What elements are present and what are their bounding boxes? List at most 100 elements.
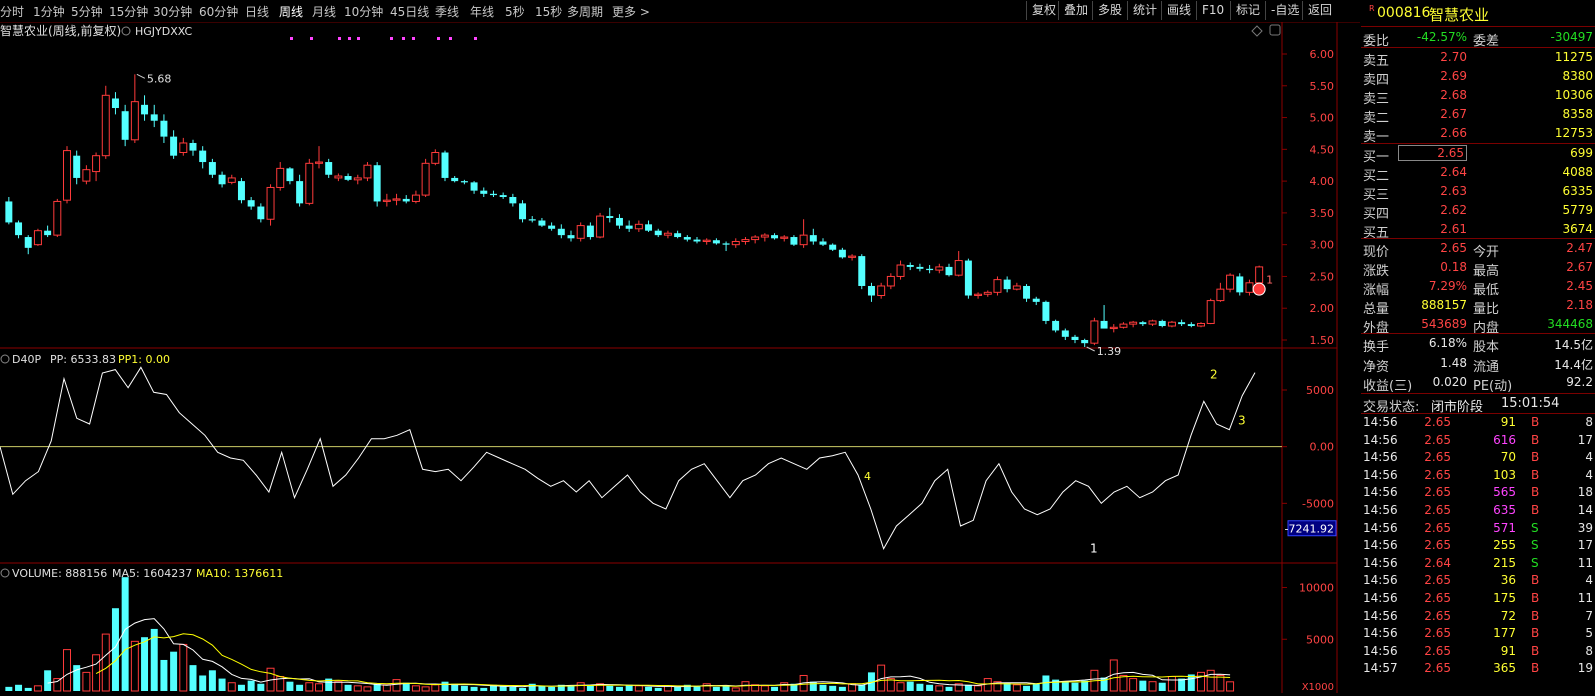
- volume-bar[interactable]: [82, 671, 91, 692]
- volume-bar[interactable]: [1148, 681, 1157, 692]
- timeframe-tab[interactable]: 日线: [245, 3, 269, 20]
- tick-row[interactable]: 14:56 2.65 571 S 39: [1361, 520, 1595, 538]
- candle-body[interactable]: [1100, 320, 1108, 329]
- candle-body[interactable]: [771, 235, 779, 239]
- timeframe-tab[interactable]: 周线: [279, 3, 303, 20]
- volume-bar[interactable]: [926, 684, 934, 691]
- candle-body[interactable]: [1071, 336, 1079, 340]
- volume-bar[interactable]: [208, 670, 216, 691]
- candle-body[interactable]: [790, 237, 798, 245]
- candle-body[interactable]: [1245, 282, 1254, 293]
- volume-bar[interactable]: [645, 686, 653, 691]
- toolbar-tool[interactable]: 标记: [1230, 1, 1265, 20]
- volume-bar[interactable]: [460, 685, 468, 691]
- stock-name[interactable]: 智慧农业: [1429, 4, 1489, 25]
- candle-body[interactable]: [334, 175, 343, 179]
- volume-bar[interactable]: [829, 685, 837, 691]
- candle-body[interactable]: [392, 198, 401, 201]
- candle-body[interactable]: [528, 219, 536, 221]
- candle-body[interactable]: [634, 223, 643, 230]
- volume-bar[interactable]: [315, 683, 323, 692]
- candle-body[interactable]: [663, 232, 672, 236]
- candle-body[interactable]: [760, 234, 769, 238]
- volume-bar[interactable]: [382, 684, 391, 692]
- volume-bar[interactable]: [227, 682, 236, 692]
- volume-bar[interactable]: [548, 686, 556, 691]
- candle-body[interactable]: [63, 150, 71, 201]
- volume-bar[interactable]: [741, 681, 750, 692]
- candle-body[interactable]: [993, 279, 1002, 293]
- toolbar-tool[interactable]: -自选: [1265, 1, 1304, 20]
- candle-body[interactable]: [1012, 285, 1021, 290]
- volume-bar[interactable]: [528, 683, 536, 691]
- candle-body[interactable]: [906, 265, 914, 267]
- volume-bar[interactable]: [441, 681, 449, 691]
- volume-bar[interactable]: [974, 685, 983, 692]
- volume-bar[interactable]: [247, 680, 255, 691]
- candle-body[interactable]: [325, 162, 333, 175]
- candle-body[interactable]: [286, 168, 294, 182]
- volume-bar[interactable]: [809, 681, 817, 691]
- volume-bar[interactable]: [838, 686, 846, 691]
- timeframe-tab[interactable]: 5分钟: [71, 3, 103, 20]
- candle-body[interactable]: [683, 237, 691, 240]
- chart-area[interactable]: 智慧农业(周线,前复权) HGJYDXXC 6.00 5.50 5.00 4.50 4.00…: [0, 22, 1360, 693]
- candle-body[interactable]: [237, 181, 245, 201]
- stock-code[interactable]: 000816: [1377, 5, 1430, 21]
- timeframe-tab[interactable]: 30分钟: [153, 3, 192, 20]
- volume-bar[interactable]: [237, 684, 245, 691]
- volume-bar[interactable]: [945, 686, 953, 691]
- volume-bar[interactable]: [411, 685, 420, 692]
- candle-body[interactable]: [296, 181, 304, 204]
- volume-bar[interactable]: [731, 687, 740, 692]
- bid-price[interactable]: 2.61: [1440, 222, 1467, 236]
- candle-body[interactable]: [489, 193, 497, 196]
- candle-body[interactable]: [441, 152, 449, 178]
- timeframe-tab[interactable]: 10分钟: [344, 3, 383, 20]
- candle-body[interactable]: [799, 234, 808, 246]
- volume-bar[interactable]: [130, 640, 139, 692]
- volume-bar[interactable]: [538, 685, 546, 691]
- ask-price[interactable]: 2.69: [1440, 69, 1467, 83]
- volume-bar[interactable]: [296, 684, 304, 691]
- volume-bar[interactable]: [53, 678, 62, 692]
- volume-bar[interactable]: [858, 684, 866, 691]
- candle-body[interactable]: [596, 215, 605, 238]
- candle-body[interactable]: [363, 164, 372, 179]
- candle-body[interactable]: [926, 268, 934, 271]
- candle-body[interactable]: [208, 162, 216, 175]
- candle-body[interactable]: [606, 216, 614, 218]
- timeframe-tab[interactable]: 5秒: [505, 3, 525, 20]
- volume-bar[interactable]: [1071, 682, 1079, 691]
- position-marker-icon[interactable]: [1252, 282, 1266, 296]
- volume-bar[interactable]: [363, 686, 372, 692]
- toolbar-tool[interactable]: F10: [1196, 1, 1229, 20]
- candle-body[interactable]: [5, 201, 13, 223]
- candle-body[interactable]: [24, 237, 32, 248]
- volume-bar[interactable]: [170, 651, 178, 691]
- candle-body[interactable]: [305, 162, 314, 204]
- candle-body[interactable]: [189, 142, 197, 151]
- volume-bar[interactable]: [218, 678, 226, 691]
- tick-row[interactable]: 14:56 2.65 91 B 8: [1361, 414, 1595, 432]
- candle-body[interactable]: [848, 255, 857, 258]
- candle-body[interactable]: [586, 225, 594, 238]
- volume-bar[interactable]: [674, 686, 682, 691]
- timeframe-tab[interactable]: 15秒: [535, 3, 562, 20]
- ask-price[interactable]: 2.66: [1440, 126, 1467, 140]
- volume-bar[interactable]: [1129, 678, 1138, 692]
- candle-body[interactable]: [199, 150, 207, 163]
- volume-bar[interactable]: [92, 654, 101, 692]
- volume-bar[interactable]: [431, 684, 440, 692]
- volume-bar[interactable]: [15, 684, 23, 691]
- candle-body[interactable]: [82, 169, 91, 182]
- candle-body[interactable]: [645, 224, 653, 231]
- volume-bar[interactable]: [160, 659, 168, 691]
- volume-bar[interactable]: [286, 681, 294, 691]
- bid-price[interactable]: 2.63: [1440, 184, 1467, 198]
- candle-body[interactable]: [693, 239, 701, 242]
- candle-body[interactable]: [1090, 320, 1099, 344]
- volume-bar[interactable]: [257, 683, 265, 691]
- candle-body[interactable]: [722, 243, 730, 245]
- candle-body[interactable]: [257, 206, 265, 220]
